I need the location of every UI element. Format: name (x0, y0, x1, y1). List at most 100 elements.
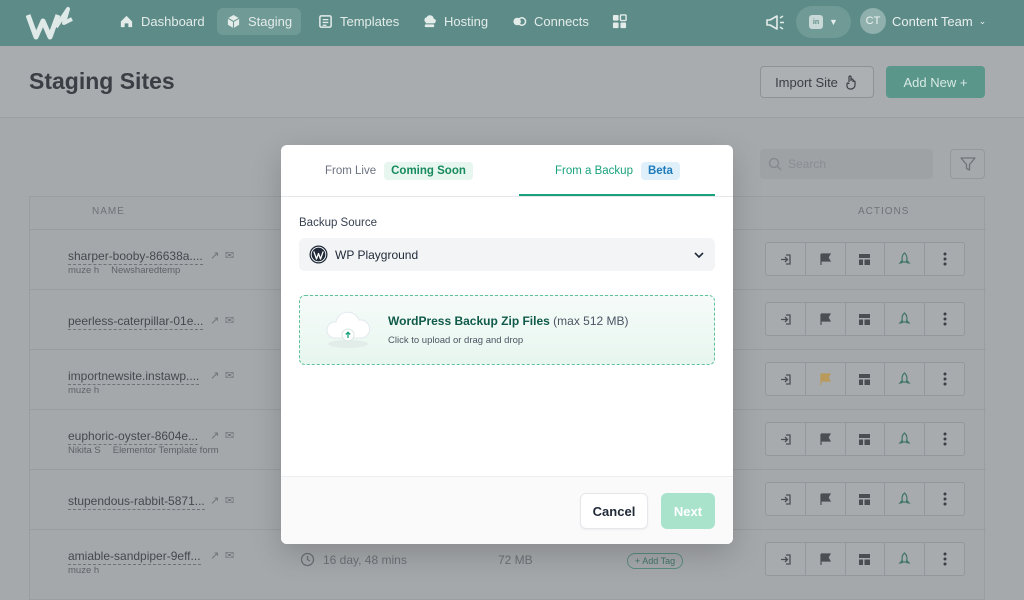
team-name: Content Team (892, 14, 973, 29)
next-button[interactable]: Next (661, 493, 715, 529)
search-icon (768, 157, 782, 171)
tab-from-live[interactable]: From Live Coming Soon (325, 145, 473, 197)
external-link-icon[interactable]: ↗ (210, 314, 219, 327)
chat-icon[interactable]: ✉ (225, 429, 234, 442)
apps-grid-icon (612, 14, 627, 29)
more-options-icon[interactable] (925, 363, 964, 395)
more-options-icon[interactable] (925, 423, 964, 455)
site-name-link[interactable]: euphoric-oyster-8604e... (68, 429, 199, 445)
hand-pointer-icon (846, 74, 856, 90)
beta-badge: Beta (640, 162, 680, 180)
site-name-link[interactable]: peerless-caterpillar-01e... (68, 314, 204, 330)
site-meta: muze h Newsharedtemp (68, 265, 180, 276)
site-meta: muze h (68, 565, 99, 576)
create-site-modal: From Live Coming Soon From a Backup Beta… (281, 145, 733, 544)
external-link-icon[interactable]: ↗ (210, 429, 219, 442)
add-tag-button[interactable]: + Add Tag (627, 553, 684, 569)
rocket-icon[interactable] (885, 303, 926, 335)
rocket-icon[interactable] (885, 423, 926, 455)
flag-icon[interactable] (806, 543, 846, 575)
rocket-icon[interactable] (885, 543, 926, 575)
row-actions (765, 302, 965, 336)
layout-icon[interactable] (846, 363, 886, 395)
page-title: Staging Sites (29, 68, 175, 94)
more-options-icon[interactable] (925, 243, 964, 275)
dropzone-hint: Click to upload or drag and drop (388, 335, 524, 346)
page-header: Staging Sites Import Site Add New + (0, 46, 1024, 118)
chat-icon[interactable]: ✉ (225, 249, 234, 262)
cloud-server-icon (424, 15, 436, 28)
dropzone-title-text: WordPress Backup Zip Files (388, 314, 550, 328)
layout-icon[interactable] (846, 243, 886, 275)
cube-icon (227, 14, 240, 29)
chat-icon[interactable]: ✉ (225, 494, 234, 507)
nav-dashboard[interactable]: Dashboard (110, 8, 214, 35)
external-link-icon[interactable]: ↗ (210, 249, 219, 262)
nav-staging[interactable]: Staging (217, 8, 302, 35)
layout-icon[interactable] (846, 303, 886, 335)
login-icon[interactable] (766, 243, 806, 275)
tab-from-backup[interactable]: From a Backup Beta (555, 145, 680, 197)
nav-hosting[interactable]: Hosting (413, 8, 497, 35)
template-name: Newsharedtemp (111, 265, 181, 276)
instawp-logo[interactable] (26, 5, 76, 41)
site-name-link[interactable]: stupendous-rabbit-5871... (68, 494, 205, 510)
chat-icon[interactable]: ✉ (225, 314, 234, 327)
nav-staging-label: Staging (248, 14, 293, 29)
user-name: muze h (68, 565, 100, 576)
login-icon[interactable] (766, 303, 806, 335)
login-icon[interactable] (766, 423, 806, 455)
team-menu[interactable]: Content Team ⌄ (892, 14, 986, 29)
site-name-link[interactable]: sharper-booby-86638a.... (68, 249, 203, 265)
nav-templates-label: Templates (340, 14, 400, 29)
account-switcher[interactable]: in ▼ (796, 6, 851, 38)
external-link-icon[interactable]: ↗ (210, 494, 219, 507)
external-link-icon[interactable]: ↗ (210, 549, 219, 562)
flag-icon[interactable] (806, 423, 846, 455)
backup-source-value: WP Playground (335, 247, 419, 262)
login-icon[interactable] (766, 483, 806, 515)
search-input[interactable]: Search (760, 149, 933, 179)
nav-connects[interactable]: Connects (503, 8, 598, 35)
cancel-button[interactable]: Cancel (580, 493, 648, 529)
site-name-link[interactable]: amiable-sandpiper-9eff... (68, 549, 201, 565)
nav-templates[interactable]: Templates (309, 8, 408, 35)
import-site-button[interactable]: Import Site (760, 66, 874, 98)
flag-icon[interactable] (806, 243, 846, 275)
wordpress-icon (309, 245, 328, 264)
flag-icon[interactable] (806, 363, 846, 395)
login-icon[interactable] (766, 363, 806, 395)
megaphone-icon[interactable] (764, 11, 786, 33)
connects-icon (513, 17, 527, 26)
modal-footer: Cancel Next (281, 476, 733, 544)
site-name-link[interactable]: importnewsite.instawp.... (68, 369, 200, 385)
nav-apps[interactable] (603, 8, 636, 35)
add-new-button[interactable]: Add New + (886, 66, 985, 98)
chat-icon[interactable]: ✉ (225, 549, 234, 562)
more-options-icon[interactable] (925, 543, 964, 575)
more-options-icon[interactable] (925, 483, 964, 515)
filter-button[interactable] (950, 149, 985, 179)
layout-icon[interactable] (846, 543, 886, 575)
coming-soon-badge: Coming Soon (384, 162, 473, 180)
backup-upload-dropzone[interactable]: WordPress Backup Zip Files (max 512 MB) … (299, 295, 715, 365)
site-size: 72 MB (498, 553, 533, 567)
login-icon[interactable] (766, 543, 806, 575)
row-actions (765, 422, 965, 456)
user-name: Nikita S (68, 445, 101, 456)
layout-icon[interactable] (846, 423, 886, 455)
avatar[interactable]: CT (860, 8, 886, 34)
chat-icon[interactable]: ✉ (225, 369, 234, 382)
import-site-label: Import Site (775, 74, 838, 90)
external-link-icon[interactable]: ↗ (210, 369, 219, 382)
flag-icon[interactable] (806, 303, 846, 335)
more-options-icon[interactable] (925, 303, 964, 335)
rocket-icon[interactable] (885, 363, 926, 395)
tab-from-backup-label: From a Backup (555, 165, 633, 177)
backup-source-select[interactable]: WP Playground (299, 238, 715, 271)
rocket-icon[interactable] (885, 243, 926, 275)
flag-icon[interactable] (806, 483, 846, 515)
layout-icon[interactable] (846, 483, 886, 515)
rocket-icon[interactable] (885, 483, 926, 515)
row-actions (765, 242, 965, 276)
